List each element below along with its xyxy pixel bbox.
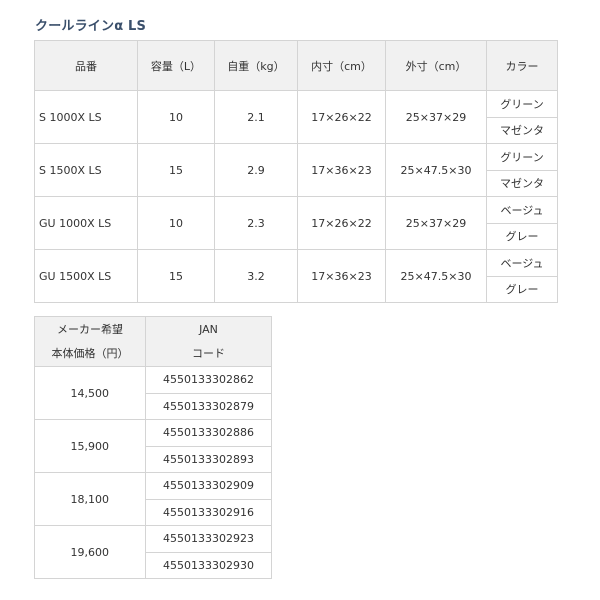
price-header-row: メーカー希望 本体価格（円） JAN コード [34,316,272,367]
header-jan: JAN コード [145,316,272,367]
inner-size-cell: 17×36×23 [297,143,386,197]
model-cell: S 1000X LS [34,90,138,144]
price-cell: 14,500 [34,366,146,420]
header-jan-line2: コード [192,346,225,360]
spec-header-row: 品番 容量（L） 自重（kg） 内寸（cm） 外寸（cm） カラー [34,40,558,91]
color-cell: グリーン [486,143,558,171]
inner-size-cell: 17×26×22 [297,196,386,250]
jan-cell: 4550133302886 [145,419,272,447]
price-cell: 19,600 [34,525,146,579]
capacity-cell: 10 [137,196,215,250]
color-cell: グレー [486,275,558,303]
header-capacity: 容量（L） [137,40,215,91]
header-inner-size: 内寸（cm） [297,40,386,91]
capacity-cell: 15 [137,249,215,303]
weight-cell: 3.2 [214,249,298,303]
page-title: クールラインα LS [35,19,147,34]
table-row: 19,600 4550133302923 [34,525,272,579]
header-color: カラー [486,40,558,91]
table-row: GU 1000X LS 10 2.3 17×26×22 25×37×29 ベージ… [34,196,558,250]
price-table: メーカー希望 本体価格（円） JAN コード 14,500 4550133302… [34,316,272,579]
color-cell: グリーン [486,90,558,118]
capacity-cell: 10 [137,90,215,144]
table-row: GU 1500X LS 15 3.2 17×36×23 25×47.5×30 ベ… [34,249,558,303]
header-price: メーカー希望 本体価格（円） [34,316,146,367]
outer-size-cell: 25×47.5×30 [385,143,487,197]
header-weight: 自重（kg） [214,40,298,91]
outer-size-cell: 25×37×29 [385,196,487,250]
outer-size-cell: 25×37×29 [385,90,487,144]
model-cell: GU 1500X LS [34,249,138,303]
jan-cell: 4550133302923 [145,525,272,553]
header-outer-size: 外寸（cm） [385,40,487,91]
table-row: 18,100 4550133302909 [34,472,272,526]
table-row: S 1500X LS 15 2.9 17×36×23 25×47.5×30 グリ… [34,143,558,197]
weight-cell: 2.3 [214,196,298,250]
color-cell: マゼンタ [486,169,558,197]
table-row: S 1000X LS 10 2.1 17×26×22 25×37×29 グリーン [34,90,558,144]
jan-cell: 4550133302909 [145,472,272,500]
header-jan-line1: JAN [199,322,218,336]
jan-cell: 4550133302930 [145,551,272,579]
price-cell: 18,100 [34,472,146,526]
inner-size-cell: 17×26×22 [297,90,386,144]
color-cell: マゼンタ [486,116,558,144]
jan-cell: 4550133302916 [145,498,272,526]
table-row: 15,900 4550133302886 [34,419,272,473]
header-price-line2: 本体価格（円） [51,346,129,360]
table-row: 14,500 4550133302862 [34,366,272,420]
jan-cell: 4550133302893 [145,445,272,473]
price-cell: 15,900 [34,419,146,473]
inner-size-cell: 17×36×23 [297,249,386,303]
color-cell: ベージュ [486,249,558,277]
header-model: 品番 [34,40,138,91]
weight-cell: 2.9 [214,143,298,197]
jan-cell: 4550133302879 [145,392,272,420]
model-cell: GU 1000X LS [34,196,138,250]
weight-cell: 2.1 [214,90,298,144]
capacity-cell: 15 [137,143,215,197]
model-cell: S 1500X LS [34,143,138,197]
color-cell: グレー [486,222,558,250]
outer-size-cell: 25×47.5×30 [385,249,487,303]
jan-cell: 4550133302862 [145,366,272,394]
spec-table: 品番 容量（L） 自重（kg） 内寸（cm） 外寸（cm） カラー S 1000… [34,40,558,303]
color-cell: ベージュ [486,196,558,224]
header-price-line1: メーカー希望 [57,322,123,336]
